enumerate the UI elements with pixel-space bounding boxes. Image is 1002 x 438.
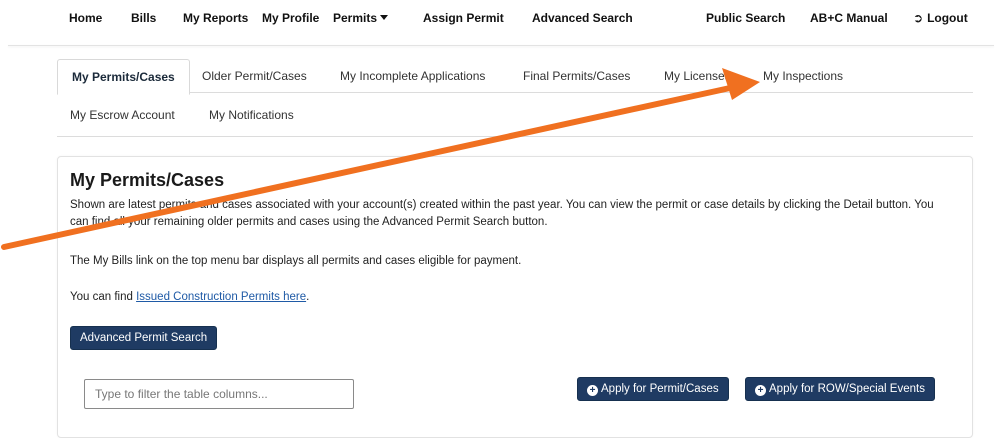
nav-advanced-search[interactable]: Advanced Search	[532, 11, 633, 25]
issued-permits-suffix: .	[306, 291, 310, 303]
my-permits-panel: My Permits/Cases Shown are latest permit…	[57, 156, 973, 438]
nav-manual[interactable]: AB+C Manual	[810, 11, 888, 25]
apply-row-button[interactable]: + Apply for ROW/Special Events	[745, 377, 935, 401]
tab-incomplete-applications[interactable]: My Incomplete Applications	[340, 69, 485, 83]
issued-permits-link[interactable]: Issued Construction Permits here	[136, 291, 306, 303]
tab-final-permits-cases[interactable]: Final Permits/Cases	[523, 69, 630, 83]
tab-escrow-account[interactable]: My Escrow Account	[70, 108, 175, 122]
page-title: My Permits/Cases	[70, 170, 225, 190]
tab-my-inspections[interactable]: My Inspections	[763, 69, 843, 83]
top-navigation-bar: Home Bills My Reports My Profile Permits…	[0, 0, 1002, 36]
issued-permits-prefix: You can find	[70, 291, 137, 303]
tabs-bottom-border	[57, 136, 973, 137]
nav-bills[interactable]: Bills	[131, 11, 156, 25]
apply-row-label: Apply for ROW/Special Events	[769, 383, 925, 395]
tab-my-notifications[interactable]: My Notifications	[209, 108, 294, 122]
plus-circle-icon: +	[755, 385, 766, 396]
nav-permits-dropdown[interactable]: Permits	[333, 11, 389, 25]
tabs-underline	[57, 92, 973, 93]
nav-permits-label: Permits	[333, 11, 378, 25]
nav-logout-label: Logout	[927, 11, 968, 25]
table-filter-input[interactable]	[84, 379, 354, 409]
logout-icon: ➲	[913, 11, 924, 25]
apply-permit-label: Apply for Permit/Cases	[601, 383, 719, 395]
nav-home[interactable]: Home	[69, 11, 102, 25]
nav-public-search[interactable]: Public Search	[706, 11, 785, 25]
nav-my-profile[interactable]: My Profile	[262, 11, 319, 25]
intro-paragraph: Shown are latest permits and cases assoc…	[70, 199, 934, 228]
plus-circle-icon: +	[587, 385, 598, 396]
tab-my-licenses[interactable]: My Licenses	[664, 69, 731, 83]
caret-down-icon	[380, 15, 389, 20]
nav-assign-permit[interactable]: Assign Permit	[423, 11, 504, 25]
nav-my-reports[interactable]: My Reports	[183, 11, 248, 25]
tab-older-permits-cases[interactable]: Older Permit/Cases	[202, 69, 307, 83]
tab-my-permits-cases[interactable]: My Permits/Cases	[57, 59, 190, 95]
nav-logout[interactable]: ➲ Logout	[913, 11, 968, 25]
apply-permit-button[interactable]: + Apply for Permit/Cases	[577, 377, 729, 401]
bills-info-paragraph: The My Bills link on the top menu bar di…	[70, 255, 522, 267]
nav-divider	[8, 45, 994, 46]
advanced-permit-search-button[interactable]: Advanced Permit Search	[70, 326, 218, 350]
issued-permits-paragraph: You can find Issued Construction Permits…	[70, 289, 950, 306]
